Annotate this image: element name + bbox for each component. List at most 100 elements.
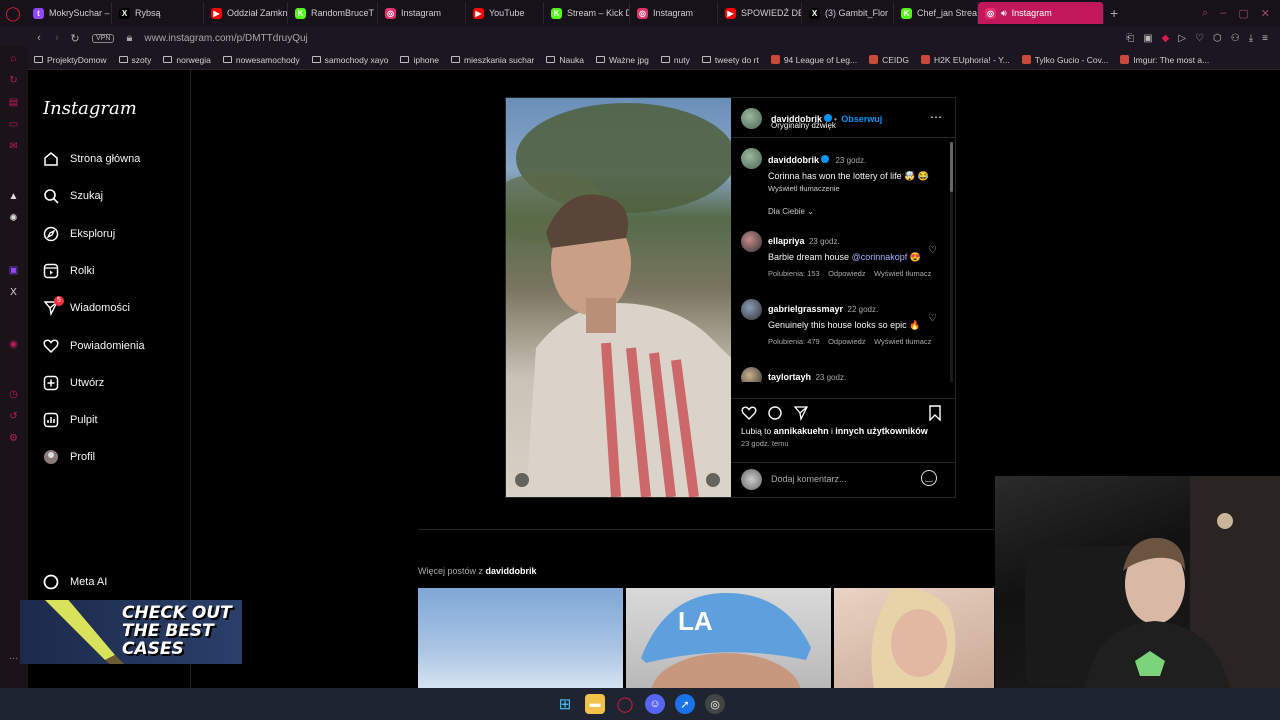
- liked-by-user[interactable]: annikakuehn: [774, 426, 829, 436]
- audio-label[interactable]: Oryginalny dźwięk: [771, 121, 836, 130]
- follow-button[interactable]: Obserwuj: [841, 114, 882, 124]
- opera-taskbar-icon[interactable]: ◯: [615, 694, 635, 714]
- extensions-icon[interactable]: ⬡: [1213, 33, 1222, 44]
- player-sidebar-icon[interactable]: ◉: [7, 338, 20, 351]
- comment-input[interactable]: Dodaj komentarz...: [771, 474, 847, 484]
- browser-tab-active[interactable]: ◎ 🔊︎ Instagram: [978, 2, 1104, 24]
- translate-link[interactable]: Wyświetl tłumaczenie: [768, 184, 948, 193]
- bag-sidebar-icon[interactable]: ▤: [7, 96, 20, 109]
- bookmark-item[interactable]: Nauka: [546, 55, 584, 65]
- more-post-thumbnail[interactable]: LA: [626, 588, 831, 688]
- comment-likes[interactable]: Polubienia: 479: [768, 337, 820, 346]
- close-icon[interactable]: ✕: [1261, 7, 1270, 20]
- history2-sidebar-icon[interactable]: ↺: [7, 410, 20, 423]
- windows-start-icon[interactable]: ⊞: [555, 694, 575, 714]
- bookmark-item[interactable]: nowesamochody: [222, 55, 300, 65]
- nav-item-reels[interactable]: Rolki: [43, 263, 94, 279]
- bookmark-item[interactable]: szoty: [118, 55, 151, 65]
- snapshot-icon[interactable]: ▣: [1143, 33, 1152, 44]
- browser-tab[interactable]: t MokrySuchar –: [26, 2, 112, 24]
- nav-item-plus-square[interactable]: Utwórz: [43, 375, 104, 391]
- opera-logo-icon[interactable]: ◯: [0, 0, 26, 26]
- home-sidebar-icon[interactable]: ⌂: [7, 52, 20, 65]
- browser-tab[interactable]: ◎ Instagram: [378, 2, 466, 24]
- comment-like-icon[interactable]: ♡: [928, 245, 937, 256]
- browser-tab[interactable]: X (3) Gambit_Flor: [802, 2, 894, 24]
- bookmark-item[interactable]: tweety do rt: [701, 55, 759, 65]
- minimize-icon[interactable]: –: [1220, 7, 1226, 20]
- reply-button[interactable]: Odpowiedz: [828, 337, 866, 346]
- comment-translate-link[interactable]: Wyświetl tłumacz: [874, 337, 931, 346]
- author-avatar[interactable]: [741, 108, 762, 129]
- forward-icon[interactable]: ›: [48, 32, 66, 44]
- bookmark-page-icon[interactable]: ⎗: [1126, 33, 1134, 44]
- emoji-picker-icon[interactable]: ‿: [921, 470, 937, 486]
- caption-avatar[interactable]: [741, 148, 762, 169]
- instagram-logo[interactable]: Instagram: [43, 98, 137, 119]
- back-icon[interactable]: ‹: [30, 32, 48, 44]
- heart-outline-icon[interactable]: ♡: [1195, 33, 1204, 44]
- more-options-icon[interactable]: ⋯: [930, 110, 942, 124]
- comment-mention[interactable]: @corinnakopf: [852, 252, 908, 262]
- caption-username[interactable]: daviddobrik: [768, 155, 819, 165]
- history-sidebar-icon[interactable]: ↻: [7, 74, 20, 87]
- bookmark-item[interactable]: 94 League of Leg...: [770, 55, 857, 65]
- bookmark-item[interactable]: Tylko Gucio - Cov...: [1021, 55, 1108, 65]
- play-icon[interactable]: ▷: [1178, 33, 1186, 44]
- more-sidebar-icon[interactable]: …: [7, 650, 20, 663]
- mute-toggle-icon[interactable]: [706, 473, 720, 487]
- browser-tab[interactable]: ▶ SPOWIEDŹ DEN: [718, 2, 802, 24]
- bookmark-item[interactable]: norwegia: [163, 55, 211, 65]
- menu-icon[interactable]: ≡: [1262, 33, 1268, 44]
- reply-button[interactable]: Odpowiedz: [828, 269, 866, 278]
- bookmark-item[interactable]: H2K EUphoria! - Y...: [921, 55, 1010, 65]
- new-tab-button[interactable]: +: [1104, 5, 1124, 21]
- obs-icon[interactable]: ◎: [705, 694, 725, 714]
- download-icon[interactable]: ⤓: [1249, 33, 1253, 44]
- vpn-badge[interactable]: VPN: [92, 33, 115, 43]
- comment-like-icon[interactable]: ♡: [928, 313, 937, 324]
- commenter-username[interactable]: ellapriya: [768, 236, 805, 246]
- browser-tab[interactable]: K RandomBruceT: [288, 2, 378, 24]
- save-bookmark-icon[interactable]: [928, 405, 942, 421]
- nav-item-dashboard[interactable]: Pulpit: [43, 412, 98, 428]
- nav-item-profile-avatar[interactable]: Profil: [43, 449, 95, 465]
- nav-item-search[interactable]: Szukaj: [43, 188, 103, 204]
- like-heart-icon[interactable]: [741, 405, 757, 421]
- nav-meta-ai[interactable]: Meta AI: [43, 574, 107, 590]
- comment-likes[interactable]: Polubienia: 153: [768, 269, 820, 278]
- bookmark-item[interactable]: mieszkania suchar: [451, 55, 534, 65]
- user-tag-icon[interactable]: [515, 473, 529, 487]
- browser-tab[interactable]: ◎ Instagram: [630, 2, 718, 24]
- share-icon[interactable]: [793, 405, 809, 421]
- bookmark-item[interactable]: Imgur: The most a...: [1120, 55, 1209, 65]
- comments-scrollbar[interactable]: [950, 142, 953, 382]
- comment-bubble-icon[interactable]: [767, 405, 783, 421]
- clock-sidebar-icon[interactable]: ◷: [7, 388, 20, 401]
- browser-tab[interactable]: X Rybsą: [112, 2, 204, 24]
- wallet-sidebar-icon[interactable]: ▭: [7, 118, 20, 131]
- browser-tab[interactable]: ▶ Oddział Zamkn: [204, 2, 288, 24]
- file-explorer-icon[interactable]: ▬: [585, 694, 605, 714]
- commenter-username[interactable]: taylortayh: [768, 372, 811, 382]
- maximize-icon[interactable]: ▢: [1238, 7, 1248, 20]
- aria-sidebar-icon[interactable]: ▲: [7, 190, 20, 203]
- bookmark-item[interactable]: samochody xayo: [311, 55, 388, 65]
- discord-icon[interactable]: ☺: [645, 694, 665, 714]
- reload-icon[interactable]: ↻: [66, 32, 84, 45]
- commenter-avatar[interactable]: [741, 367, 762, 382]
- commenter-username[interactable]: gabrielgrassmayr: [768, 304, 843, 314]
- chatgpt-sidebar-icon[interactable]: ✺: [7, 212, 20, 225]
- bookmark-item[interactable]: nuty: [660, 55, 690, 65]
- browser-tab[interactable]: K Stream – Kick D: [544, 2, 630, 24]
- bookmark-item[interactable]: CEIDG: [869, 55, 909, 65]
- reel-video[interactable]: [506, 98, 731, 497]
- nav-item-heart[interactable]: Powiadomienia: [43, 338, 145, 354]
- nav-item-messenger[interactable]: 5 Wiadomości: [43, 296, 130, 317]
- browser-tab[interactable]: ▶ YouTube: [466, 2, 544, 24]
- settings-sidebar-icon[interactable]: ⚙: [7, 432, 20, 445]
- more-post-thumbnail[interactable]: [418, 588, 623, 688]
- more-posts-user[interactable]: daviddobrik: [486, 566, 537, 576]
- messenger-taskbar-icon[interactable]: ➚: [675, 694, 695, 714]
- bookmark-item[interactable]: iphone: [400, 55, 439, 65]
